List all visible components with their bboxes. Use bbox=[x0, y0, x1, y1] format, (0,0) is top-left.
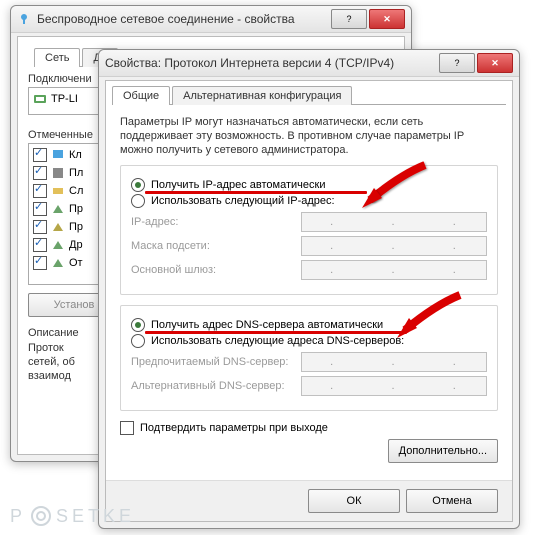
client-icon bbox=[51, 148, 65, 162]
radio-icon bbox=[131, 334, 145, 348]
tab-alt-config[interactable]: Альтернативная конфигурация bbox=[172, 86, 352, 105]
subnet-mask-field[interactable]: ... bbox=[301, 236, 487, 256]
checkbox-icon[interactable] bbox=[120, 421, 134, 435]
watermark-icon bbox=[30, 505, 52, 527]
intro-text: Параметры IP могут назначаться автоматич… bbox=[120, 115, 498, 157]
dlg-title: Свойства: Протокол Интернета версии 4 (T… bbox=[105, 56, 439, 70]
tab-general[interactable]: Общие bbox=[112, 86, 170, 105]
checkbox-icon[interactable] bbox=[33, 220, 47, 234]
advanced-button[interactable]: Дополнительно... bbox=[388, 439, 498, 463]
radio-icon bbox=[131, 194, 145, 208]
radio-dns-manual[interactable]: Использовать следующие адреса DNS-сервер… bbox=[131, 334, 487, 348]
protocol-icon bbox=[51, 202, 65, 216]
close-button[interactable]: ✕ bbox=[369, 9, 405, 29]
help-button[interactable]: ? bbox=[439, 53, 475, 73]
driver-icon bbox=[51, 238, 65, 252]
dns-group: Получить адрес DNS-сервера автоматически… bbox=[120, 305, 498, 411]
confirm-on-exit-row[interactable]: Подтвердить параметры при выходе bbox=[120, 421, 498, 435]
radio-ip-auto-label: Получить IP-адрес автоматически bbox=[151, 179, 325, 191]
radio-ip-manual[interactable]: Использовать следующий IP-адрес: bbox=[131, 194, 487, 208]
dlg-client: Общие Альтернативная конфигурация Параме… bbox=[105, 80, 513, 522]
dlg-titlebar[interactable]: Свойства: Протокол Интернета версии 4 (T… bbox=[99, 50, 519, 77]
radio-icon bbox=[131, 178, 145, 192]
bg-title: Беспроводное сетевое соединение - свойст… bbox=[37, 12, 331, 26]
network-icon bbox=[17, 12, 31, 26]
checkbox-icon[interactable] bbox=[33, 202, 47, 216]
radio-dns-manual-label: Использовать следующие адреса DNS-сервер… bbox=[151, 335, 404, 347]
gateway-label: Основной шлюз: bbox=[131, 264, 301, 276]
dns2-label: Альтернативный DNS-сервер: bbox=[131, 380, 301, 392]
confirm-on-exit-label: Подтвердить параметры при выходе bbox=[140, 422, 328, 434]
help-button[interactable]: ? bbox=[331, 9, 367, 29]
adapter-icon bbox=[33, 92, 47, 106]
close-button[interactable]: ✕ bbox=[477, 53, 513, 73]
radio-ip-manual-label: Использовать следующий IP-адрес: bbox=[151, 195, 335, 207]
radio-icon bbox=[131, 318, 145, 332]
cancel-button[interactable]: Отмена bbox=[406, 489, 498, 513]
watermark: P P SETKESETKE bbox=[10, 505, 135, 527]
gateway-field[interactable]: ... bbox=[301, 260, 487, 280]
service-icon bbox=[51, 184, 65, 198]
dns1-label: Предпочитаемый DNS-сервер: bbox=[131, 356, 301, 368]
radio-dns-auto-label: Получить адрес DNS-сервера автоматически bbox=[151, 319, 383, 331]
protocol-icon bbox=[51, 220, 65, 234]
radio-dns-auto[interactable]: Получить адрес DNS-сервера автоматически bbox=[131, 318, 487, 332]
checkbox-icon[interactable] bbox=[33, 256, 47, 270]
checkbox-icon[interactable] bbox=[33, 148, 47, 162]
dns1-field[interactable]: ... bbox=[301, 352, 487, 372]
responder-icon bbox=[51, 256, 65, 270]
tab-network[interactable]: Сеть bbox=[34, 48, 80, 67]
dns2-field[interactable]: ... bbox=[301, 376, 487, 396]
subnet-mask-label: Маска подсети: bbox=[131, 240, 301, 252]
checkbox-icon[interactable] bbox=[33, 238, 47, 252]
bg-titlebar[interactable]: Беспроводное сетевое соединение - свойст… bbox=[11, 6, 411, 33]
ip-group: Получить IP-адрес автоматически Использо… bbox=[120, 165, 498, 295]
ip-address-field[interactable]: ... bbox=[301, 212, 487, 232]
ok-button[interactable]: ОК bbox=[308, 489, 400, 513]
scheduler-icon bbox=[51, 166, 65, 180]
checkbox-icon[interactable] bbox=[33, 166, 47, 180]
adapter-name: TP-LI bbox=[51, 93, 78, 105]
checkbox-icon[interactable] bbox=[33, 184, 47, 198]
ipv4-properties-dialog: Свойства: Протокол Интернета версии 4 (T… bbox=[98, 49, 520, 529]
radio-ip-auto[interactable]: Получить IP-адрес автоматически bbox=[131, 178, 487, 192]
ip-address-label: IP-адрес: bbox=[131, 216, 301, 228]
